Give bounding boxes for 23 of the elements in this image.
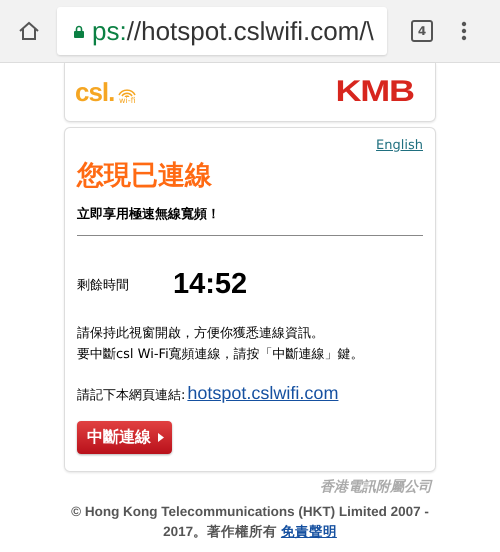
company-tagline: 香港電訊附屬公司 [319,478,432,496]
lock-icon [74,24,84,38]
tab-count-button[interactable]: 4 [411,20,433,42]
disclaimer-link[interactable]: 免責聲明 [280,524,337,539]
menu-icon[interactable] [461,21,467,41]
timer-label: 剩餘時間 [77,276,130,294]
caret-icon [158,433,164,442]
kmb-logo: KMB [335,75,414,109]
wifi-icon [118,86,136,96]
page-title: 您現已連線 [77,159,213,193]
note-text: 請保持此視窗開啟，方便你獲悉連線資訊。 [77,325,325,343]
bookmark-link[interactable]: hotspot.cslwifi.com [187,383,338,404]
copyright-text: © Hong Kong Telecommunications (HKT) Limited 2007 - 2017。著作權所有 免責聲明 [70,503,430,541]
home-icon[interactable] [18,21,40,41]
timer-value: 14:52 [173,268,248,301]
disconnect-button[interactable]: 中斷連線 [77,421,172,454]
address-field[interactable]: ps://hotspot.cslwifi.com/\ [57,7,387,55]
note-text: 要中斷csl Wi-Fi寬頻連線，請按「中斷連線」鍵。 [77,346,365,364]
csl-logo: csl. [75,76,114,108]
bookmark-label: 請記下本網頁連結: [77,387,186,404]
subtitle: 立即享用極速無線寬頻！ [77,206,221,223]
wifi-label: wi-fi [119,96,136,104]
language-link[interactable]: English [376,138,423,153]
